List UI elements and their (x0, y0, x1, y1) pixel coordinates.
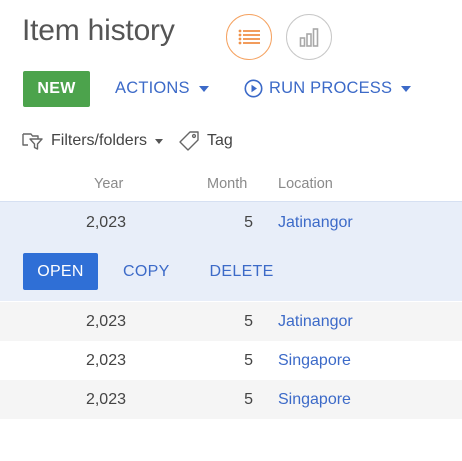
cell-year: 2,023 (85, 352, 126, 369)
cell-location-link[interactable]: Singapore (278, 391, 351, 409)
run-process-label: RUN PROCESS (269, 79, 393, 97)
page-title: Item history (22, 14, 175, 47)
cell-year: 2,023 (85, 214, 126, 231)
cell-year: 2,023 (85, 391, 126, 408)
run-process-menu-button[interactable]: RUN PROCESS (244, 79, 412, 98)
row-action-bar: OPEN COPY DELETE (23, 253, 274, 290)
new-button[interactable]: NEW (23, 71, 90, 107)
cell-location-link[interactable]: Jatinangor (278, 214, 353, 232)
tag-label: Tag (207, 132, 233, 149)
actions-label: ACTIONS (115, 79, 190, 97)
table-row[interactable]: 2,023 5 Singapore (0, 380, 462, 419)
cell-month: 5 (244, 391, 253, 408)
filter-folder-icon (22, 133, 43, 150)
chevron-down-icon (198, 86, 209, 92)
column-header-month[interactable]: Month (207, 176, 247, 192)
play-circle-icon (244, 79, 263, 98)
open-button[interactable]: OPEN (23, 253, 98, 290)
filter-bar: Filters/folders Tag (22, 130, 233, 152)
cell-month: 5 (244, 214, 253, 231)
table-row[interactable]: 2,023 5 Singapore (0, 341, 462, 380)
cell-location-link[interactable]: Singapore (278, 352, 351, 370)
copy-button[interactable]: COPY (123, 263, 170, 281)
filters-folders-label: Filters/folders (51, 132, 148, 149)
cell-month: 5 (244, 313, 253, 330)
cell-location-link[interactable]: Jatinangor (278, 313, 353, 331)
tag-icon (179, 131, 199, 151)
filters-folders-dropdown[interactable]: Filters/folders (22, 131, 164, 151)
cell-year: 2,023 (85, 313, 126, 330)
chevron-down-icon (155, 138, 164, 144)
chevron-down-icon (401, 86, 412, 92)
chart-view-button[interactable] (286, 14, 332, 60)
list-view-button[interactable] (226, 14, 272, 60)
actions-menu-button[interactable]: ACTIONS (115, 79, 209, 98)
column-header-location[interactable]: Location (278, 176, 333, 192)
bar-chart-icon (299, 28, 319, 47)
table-row-selected[interactable]: 2,023 5 Jatinangor OPEN COPY DELETE (0, 201, 462, 301)
tag-filter-button[interactable]: Tag (178, 130, 233, 152)
list-icon (238, 29, 260, 45)
delete-button[interactable]: DELETE (210, 263, 274, 281)
table-row[interactable]: 2,023 5 Jatinangor (0, 302, 462, 341)
cell-month: 5 (244, 352, 253, 369)
column-header-year[interactable]: Year (94, 176, 123, 192)
